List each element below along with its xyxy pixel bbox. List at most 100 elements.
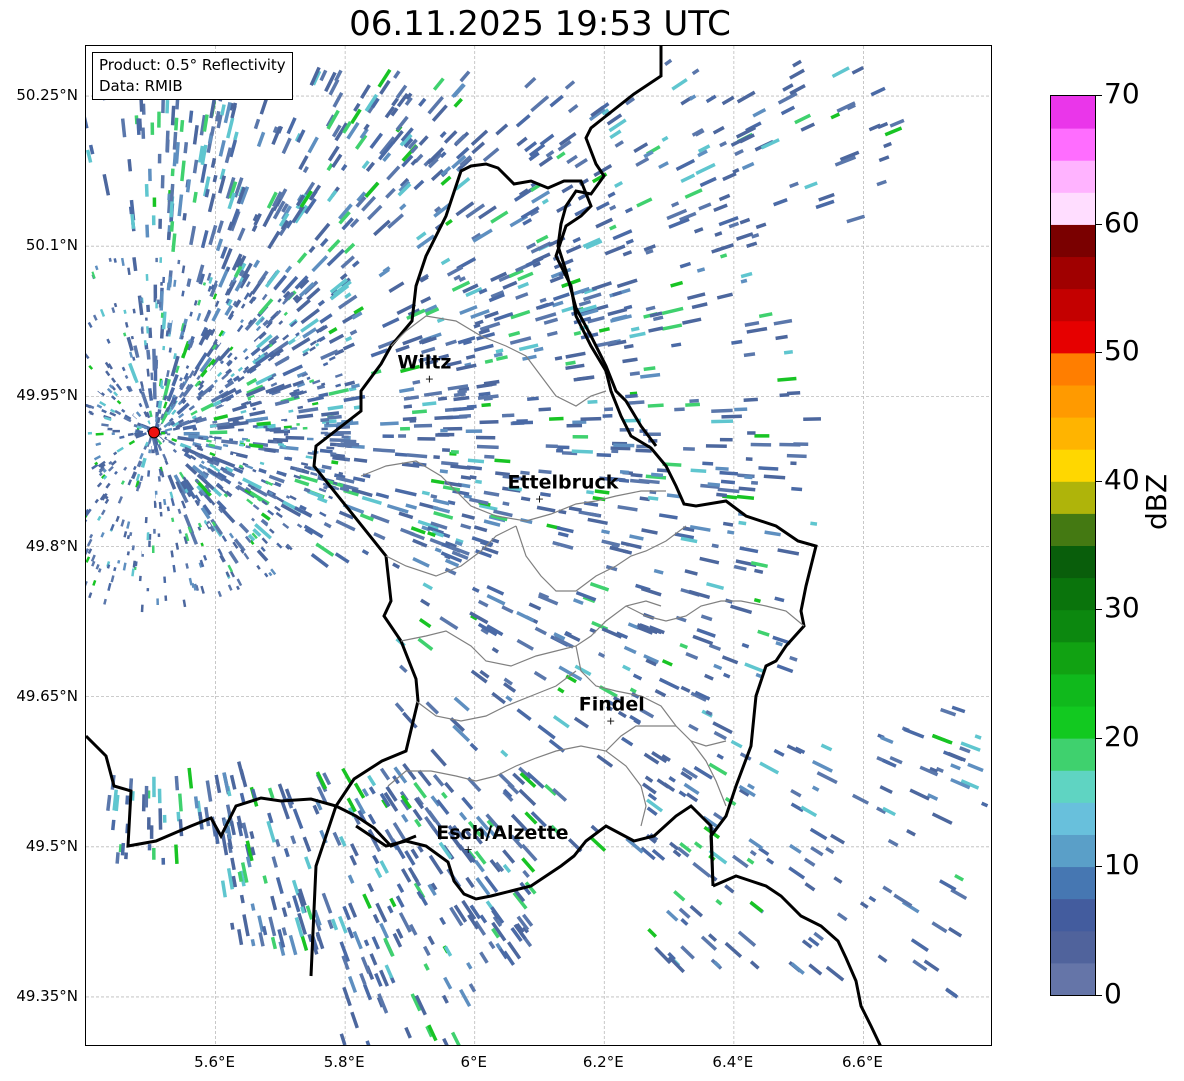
echo-gate <box>326 189 338 203</box>
echo-gate <box>315 542 335 557</box>
echo-gate <box>737 930 757 947</box>
echo-gate <box>664 58 673 67</box>
echo-gate <box>882 885 893 894</box>
clutter-gate <box>126 521 131 529</box>
echo-gate <box>342 342 355 351</box>
clutter-gate <box>132 308 136 314</box>
clutter-gate <box>196 312 202 321</box>
lat-tick-label: 49.8°N <box>25 536 78 555</box>
echo-gate <box>719 253 728 259</box>
lat-tick-label: 50.1°N <box>25 236 78 255</box>
echo-gate <box>162 814 167 823</box>
colorbar-segment <box>1051 449 1095 482</box>
echo-gate <box>392 562 401 569</box>
echo-gate <box>804 882 816 892</box>
colorbar-tick <box>1096 995 1102 996</box>
echo-gate <box>475 435 496 440</box>
clutter-gate <box>88 592 93 599</box>
colorbar-segment <box>1051 384 1095 418</box>
echo-gate <box>271 856 278 868</box>
echo-gate <box>177 194 184 217</box>
clutter-gate <box>276 458 283 463</box>
echo-gate <box>580 416 602 422</box>
echo-gate <box>180 160 186 182</box>
colorbar-segment <box>1051 160 1095 193</box>
clutter-gate <box>128 440 136 446</box>
echo-gate <box>534 626 547 636</box>
city-label: Findel <box>579 694 645 716</box>
colorbar-tick-label: 50 <box>1104 334 1140 368</box>
clutter-gate <box>144 516 148 524</box>
clutter-gate <box>263 425 268 429</box>
clutter-gate <box>113 302 118 308</box>
echo-gate <box>229 451 248 459</box>
echo-gate <box>502 849 516 864</box>
echo-gate <box>349 329 358 336</box>
echo-gate <box>106 794 112 811</box>
clutter-gate <box>159 511 163 517</box>
clutter-gate <box>150 372 154 381</box>
echo-gate <box>366 204 383 221</box>
echo-gate <box>811 759 833 773</box>
clutter-gate <box>130 335 134 340</box>
clutter-gate <box>260 546 266 553</box>
echo-gate <box>633 142 649 153</box>
echo-gate <box>947 751 967 762</box>
echo-gate <box>699 176 717 188</box>
clutter-gate <box>86 580 88 588</box>
clutter-gate <box>233 356 238 361</box>
clutter-gate <box>86 352 90 360</box>
echo-gate <box>203 310 212 323</box>
echo-gate <box>538 407 552 412</box>
colorbar-segment <box>1051 898 1095 932</box>
echo-gate <box>739 546 759 554</box>
echo-gate <box>158 218 162 229</box>
echo-gate <box>718 193 731 202</box>
echo-gate <box>906 829 916 837</box>
lat-tick-label: 49.65°N <box>16 686 78 705</box>
echo-gate <box>86 114 89 129</box>
colorbar-segment <box>1051 577 1095 611</box>
echo-gate <box>432 77 445 91</box>
echo-gate <box>808 963 823 976</box>
clutter-gate <box>156 509 159 516</box>
clutter-gate <box>282 522 290 529</box>
echo-gate <box>148 168 152 182</box>
echo-gate <box>825 965 845 982</box>
echo-gate <box>622 250 633 257</box>
colorbar-tick <box>1096 866 1102 868</box>
echo-gate <box>746 857 755 865</box>
echo-gate <box>440 428 448 433</box>
clutter-gate <box>98 472 103 477</box>
echo-gate <box>679 261 692 269</box>
echo-gate <box>441 994 449 1004</box>
radar-map[interactable]: + Wiltz + Ettelbruck + Findel + Esch/Alzette Pr… <box>85 45 992 1046</box>
colorbar-segment <box>1051 930 1095 964</box>
echo-gate <box>237 929 244 946</box>
echo-gate <box>249 409 266 417</box>
echo-gate <box>512 420 534 425</box>
echo-gate <box>640 846 656 861</box>
clutter-gate <box>274 505 281 512</box>
echo-gate <box>410 848 419 860</box>
clutter-gate <box>188 542 193 550</box>
echo-gate <box>151 215 156 226</box>
echo-gate <box>288 934 298 956</box>
clutter-gate <box>170 550 174 558</box>
echo-gate <box>338 915 348 934</box>
clutter-gate <box>173 279 177 287</box>
echo-gate <box>150 122 155 135</box>
echo-gate <box>250 938 256 947</box>
echo-gate <box>307 136 319 154</box>
echo-gate <box>459 414 472 419</box>
echo-gate <box>484 358 494 364</box>
echo-gate <box>572 434 589 439</box>
echo-gate <box>790 788 802 798</box>
clutter-gate <box>152 568 155 576</box>
echo-gate <box>422 582 433 591</box>
echo-gate <box>578 510 600 518</box>
clutter-gate <box>169 491 174 499</box>
echo-gate <box>508 330 521 338</box>
echo-gate <box>412 538 428 548</box>
echo-gate <box>721 414 742 419</box>
